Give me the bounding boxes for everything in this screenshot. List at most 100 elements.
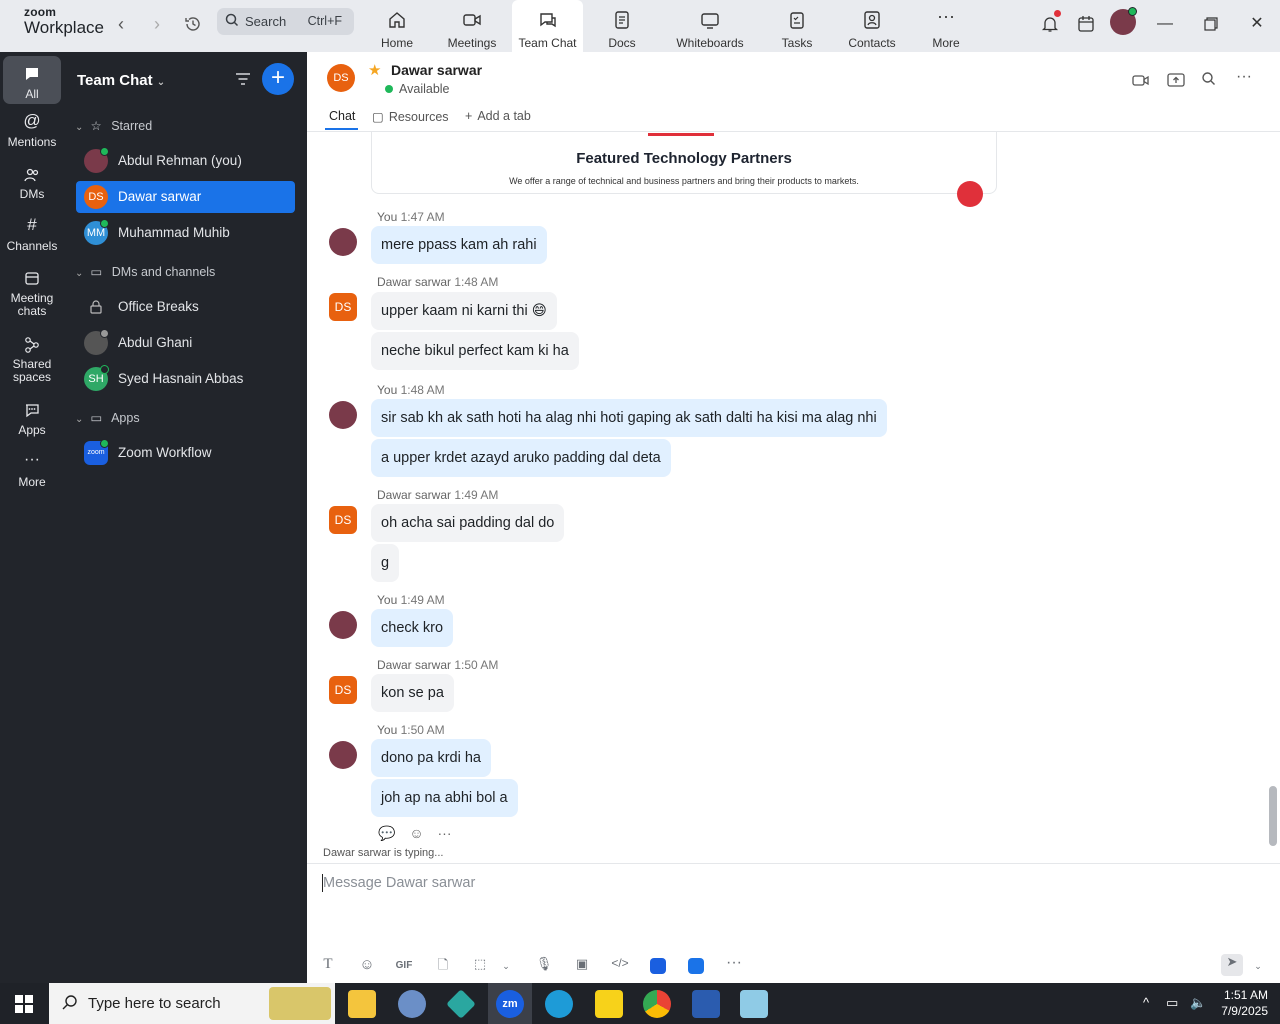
send-icon[interactable]: ➤	[1221, 954, 1243, 976]
section-dms-channels[interactable]: ⌄ ▭ DMs and channels	[75, 264, 215, 279]
message-bubble[interactable]: g	[371, 544, 400, 582]
rail-label: Apps	[18, 423, 46, 437]
app-icon-blue-2[interactable]	[685, 956, 707, 976]
tab-add[interactable]: + Add a tab	[465, 109, 531, 123]
format-text-icon[interactable]: T	[317, 956, 339, 976]
share-screen-icon[interactable]	[1166, 70, 1186, 90]
app-icon[interactable]	[398, 990, 426, 1018]
chevron-down-icon[interactable]: ⌄	[1247, 956, 1269, 976]
tab-contacts[interactable]: Contacts	[840, 0, 904, 52]
message-bubble[interactable]: dono pa krdi ha	[371, 739, 491, 777]
more-dots-icon[interactable]: ···	[723, 955, 745, 976]
rail-item-dms[interactable]: DMs	[0, 166, 64, 201]
filter-icon[interactable]	[234, 70, 254, 90]
video-call-icon[interactable]	[1131, 70, 1151, 90]
forward-arrow-icon[interactable]: ›	[146, 13, 168, 35]
app-icon[interactable]	[740, 990, 768, 1018]
screenshot-icon[interactable]: ⬚	[469, 956, 491, 976]
tab-whiteboards[interactable]: Whiteboards	[670, 0, 750, 52]
zoom-taskbar-icon[interactable]: zm	[488, 983, 532, 1024]
new-chat-button[interactable]: +	[262, 63, 294, 95]
emoji-reaction-icon[interactable]: ☺	[409, 825, 423, 841]
section-apps[interactable]: ⌄ ▭ Apps	[75, 410, 140, 425]
bell-icon[interactable]	[1038, 10, 1062, 36]
tab-resources[interactable]: ▢ Resources	[372, 109, 449, 124]
tab-home[interactable]: Home	[365, 0, 429, 52]
reply-icon[interactable]: 💬	[378, 825, 395, 841]
gif-button[interactable]: GIF	[393, 956, 415, 976]
file-explorer-icon[interactable]	[348, 990, 376, 1018]
message-composer[interactable]: Message Dawar sarwar T ☺ GIF 🗋 ⬚ ⌄ 🎙 ▣ <…	[307, 863, 1280, 983]
tab-tasks[interactable]: Tasks	[765, 0, 829, 52]
video-message-icon[interactable]: ▣	[571, 956, 593, 976]
more-dots-icon[interactable]: ···	[438, 825, 452, 841]
taskbar-search[interactable]: Type here to search	[49, 983, 335, 1024]
rail-item-all[interactable]: All	[3, 56, 61, 104]
rail-item-more[interactable]: ··· More	[0, 452, 64, 489]
avatar[interactable]	[1110, 7, 1137, 35]
message-bubble[interactable]: oh acha sai padding dal do	[371, 504, 565, 542]
app-icon-blue[interactable]	[647, 956, 669, 976]
tab-chat[interactable]: Chat	[329, 109, 355, 123]
message-bubble[interactable]: check kro	[371, 609, 454, 647]
file-icon[interactable]: 🗋	[432, 956, 454, 976]
close-icon[interactable]: ✕	[1245, 12, 1269, 36]
sidebar-item-abdul-ghani[interactable]: Abdul Ghani	[76, 327, 295, 359]
typing-indicator: Dawar sarwar is typing...	[323, 847, 444, 859]
rail-item-channels[interactable]: # Channels	[0, 216, 64, 253]
sidebar-item-office-breaks[interactable]: Office Breaks	[76, 291, 295, 323]
scrollbar-thumb[interactable]	[1269, 786, 1277, 846]
message-bubble[interactable]: joh ap na abhi bol a	[371, 779, 518, 817]
back-arrow-icon[interactable]: ‹	[110, 13, 132, 35]
microphone-icon[interactable]: 🎙	[533, 956, 555, 976]
link-preview-card[interactable]: Featured Technology Partners We offer a …	[371, 132, 997, 207]
chrome-icon[interactable]	[643, 990, 671, 1018]
tab-meetings[interactable]: Meetings	[440, 0, 504, 52]
history-icon[interactable]	[182, 13, 204, 35]
rail-item-apps[interactable]: Apps	[0, 402, 64, 437]
tab-docs[interactable]: Docs	[590, 0, 654, 52]
avatar[interactable]: DS	[327, 64, 355, 92]
sidebar-title[interactable]: Team Chat ⌄	[77, 72, 165, 89]
message-scrollbar[interactable]	[1267, 132, 1280, 848]
sidebar-item-dawar-sarwar[interactable]: DS Dawar sarwar	[76, 181, 295, 213]
network-icon[interactable]: ▭	[1166, 995, 1178, 1011]
taskbar-clock[interactable]: 1:51 AM 7/9/2025	[1212, 987, 1268, 1019]
emoji-icon[interactable]: ☺	[356, 956, 378, 976]
rail-item-shared-spaces[interactable]: Shared spaces	[0, 336, 64, 384]
sticky-notes-icon[interactable]	[595, 990, 623, 1018]
chevron-down-icon[interactable]: ⌄	[495, 956, 517, 976]
rail-item-meeting-chats[interactable]: Meeting chats	[0, 270, 64, 318]
windows-start-icon[interactable]	[15, 995, 33, 1013]
message-input-placeholder[interactable]: Message Dawar sarwar	[323, 875, 475, 891]
section-starred[interactable]: ⌄ ☆ Starred	[75, 118, 152, 133]
message-bubble[interactable]: a upper krdet azayd aruko padding dal de…	[371, 439, 671, 477]
edge-icon[interactable]	[545, 990, 573, 1018]
volume-icon[interactable]: 🔈	[1190, 995, 1206, 1011]
tab-team-chat[interactable]: Team Chat	[512, 0, 583, 52]
message-bubble[interactable]: mere ppass kam ah rahi	[371, 226, 547, 264]
code-snippet-icon[interactable]: </>	[609, 956, 631, 976]
sidebar-item-muhammad-muhib[interactable]: MM Muhammad Muhib	[76, 217, 295, 249]
word-icon[interactable]	[692, 990, 720, 1018]
restore-icon[interactable]	[1199, 12, 1223, 36]
message-bubble[interactable]: kon se pa	[371, 674, 454, 712]
app-icon[interactable]	[446, 989, 476, 1019]
minimize-icon[interactable]: —	[1153, 12, 1177, 36]
message-bubble[interactable]: sir sab kh ak sath hoti ha alag nhi hoti…	[371, 399, 887, 437]
message-bubble[interactable]: upper kaam ni karni thi 😄	[371, 292, 557, 330]
contact-name: Zoom Workflow	[118, 445, 212, 460]
chat-contact-name[interactable]: Dawar sarwar	[391, 62, 482, 78]
message-bubble[interactable]: neche bikul perfect kam ki ha	[371, 332, 579, 370]
sidebar-item-zoom-workflow[interactable]: zoom Zoom Workflow	[76, 437, 295, 469]
tab-more[interactable]: ··· More	[914, 0, 978, 52]
rail-item-mentions[interactable]: @ Mentions	[0, 112, 64, 149]
chevron-up-icon[interactable]: ^	[1143, 995, 1149, 1010]
more-dots-icon[interactable]: ···	[1236, 69, 1256, 90]
search-input[interactable]: Search Ctrl+F	[217, 8, 354, 35]
search-icon[interactable]	[1200, 70, 1220, 90]
sidebar-item-syed-hasnain-abbas[interactable]: SH Syed Hasnain Abbas	[76, 363, 295, 395]
sidebar-item-abdul-rehman[interactable]: Abdul Rehman (you)	[76, 145, 295, 177]
calendar-icon[interactable]	[1074, 12, 1098, 36]
star-icon[interactable]: ★	[368, 61, 381, 79]
